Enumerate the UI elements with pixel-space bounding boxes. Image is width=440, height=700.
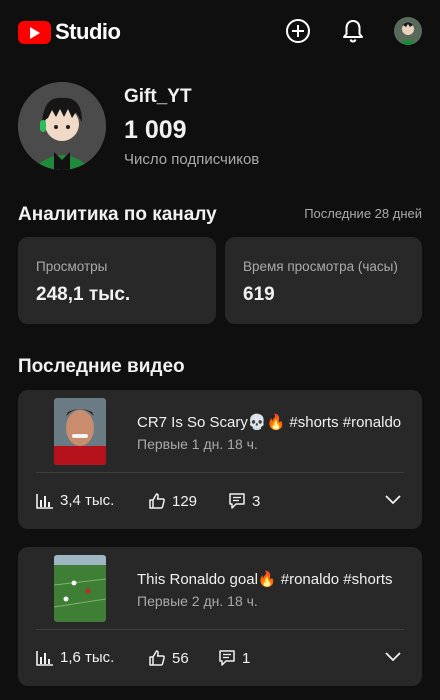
bar-chart-icon <box>36 493 53 509</box>
comment-icon <box>219 650 235 666</box>
thumbs-up-icon <box>149 650 165 666</box>
views-metric: 3,4 тыс. <box>36 492 114 509</box>
subscriber-label: Число подписчиков <box>124 151 260 168</box>
likes-metric: 56 <box>148 649 189 667</box>
chevron-down-icon[interactable] <box>384 650 402 662</box>
likes-count: 129 <box>172 492 198 510</box>
subscriber-count: 1 009 <box>124 116 187 144</box>
comments-metric: 3 <box>228 492 260 510</box>
views-count: 1,6 тыс. <box>60 649 115 666</box>
video-title[interactable]: CR7 Is So Scary💀🔥 #shorts #ronaldo <box>137 413 407 431</box>
comment-icon <box>229 493 245 509</box>
video-period: Первые 2 дн. 18 ч. <box>137 593 258 609</box>
views-value: 248,1 тыс. <box>36 284 131 305</box>
thumbs-up-icon <box>149 493 165 509</box>
top-bar: Studio <box>0 0 440 64</box>
channel-name: Gift_YT <box>124 86 192 107</box>
views-count: 3,4 тыс. <box>60 492 115 509</box>
video-title[interactable]: This Ronaldo goal🔥 #ronaldo #shorts <box>137 570 407 588</box>
chevron-down-icon[interactable] <box>384 493 402 505</box>
logo-text: Studio <box>55 19 121 44</box>
analytics-period: Последние 28 дней <box>304 206 422 221</box>
divider <box>36 472 404 473</box>
video-card[interactable]: CR7 Is So Scary💀🔥 #shorts #ronaldo Первы… <box>18 390 422 529</box>
analytics-title: Аналитика по каналу <box>18 204 217 225</box>
create-plus-icon[interactable] <box>284 17 312 45</box>
comments-count: 3 <box>252 492 261 510</box>
bar-chart-icon <box>36 650 53 666</box>
likes-count: 56 <box>172 649 189 667</box>
comments-count: 1 <box>242 649 251 667</box>
views-label: Просмотры <box>36 259 108 274</box>
video-period: Первые 1 дн. 18 ч. <box>137 436 258 452</box>
youtube-logo-icon <box>18 20 51 44</box>
studio-logo[interactable]: Studio <box>18 19 121 45</box>
recent-videos-title: Последние видео <box>18 356 185 377</box>
likes-metric: 129 <box>148 492 197 510</box>
video-card[interactable]: This Ronaldo goal🔥 #ronaldo #shorts Перв… <box>18 547 422 686</box>
comments-metric: 1 <box>218 649 250 667</box>
channel-avatar[interactable] <box>18 82 106 170</box>
views-card[interactable]: Просмотры 248,1 тыс. <box>18 237 216 324</box>
video-thumbnail[interactable] <box>54 555 106 622</box>
watch-time-card[interactable]: Время просмотра (часы) 619 <box>225 237 422 324</box>
account-avatar[interactable] <box>394 17 422 45</box>
watch-time-value: 619 <box>243 284 275 305</box>
views-metric: 1,6 тыс. <box>36 649 114 666</box>
notifications-bell-icon[interactable] <box>339 17 367 45</box>
divider <box>36 629 404 630</box>
watch-time-label: Время просмотра (часы) <box>243 259 398 274</box>
video-thumbnail[interactable] <box>54 398 106 465</box>
